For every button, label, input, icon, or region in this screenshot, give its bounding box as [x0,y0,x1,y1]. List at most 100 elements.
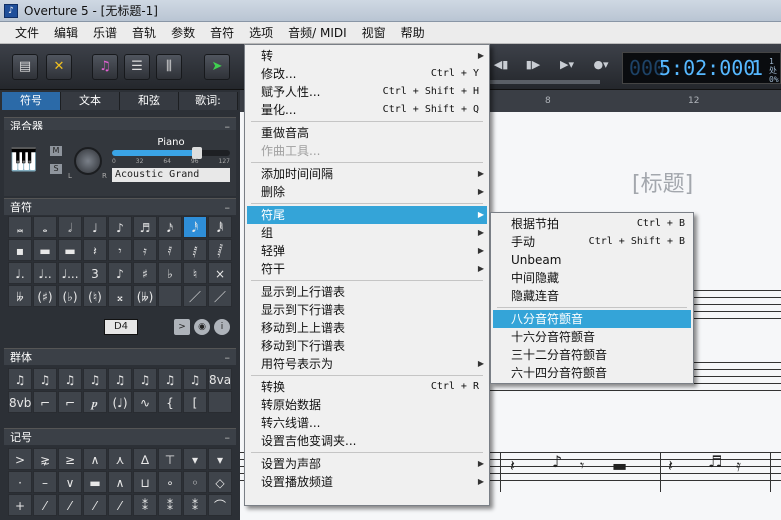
note-button-1-1[interactable]: ▬ [33,239,57,261]
note-button-3-4[interactable]: 𝄪 [108,285,132,307]
mark-button-0-4[interactable]: ⋏ [108,448,132,470]
note-button-0-7[interactable]: 𝅘𝅥𝅰 [183,216,207,238]
menu-help[interactable]: 帮助 [401,24,425,41]
group-button-0-4[interactable]: ♫ [108,368,132,390]
play-menu-icon[interactable]: ▶▾ [556,54,578,76]
info-icon[interactable]: i [214,319,230,335]
speaker-icon[interactable]: ◉ [194,319,210,335]
select-arrow-icon[interactable]: ➤ [204,54,230,80]
notes-icon[interactable]: ♫ [92,54,118,80]
menu-item-2[interactable]: 赋予人性... Ctrl + Shift + H [247,83,487,101]
notes-header[interactable]: 音符 – [4,198,236,215]
note-button-1-5[interactable]: 𝄿 [133,239,157,261]
menu-params[interactable]: 参数 [171,24,195,41]
submenu-item-3[interactable]: 中间隐藏 [493,269,691,287]
group-button-1-8[interactable] [208,391,232,413]
menu-item-1[interactable]: 修改... Ctrl + Y [247,65,487,83]
group-button-1-2[interactable]: ⌐ [58,391,82,413]
quarter-rest[interactable]: 𝄽 [510,456,515,476]
menu-item-9[interactable]: 组 ▶ [247,224,487,242]
menu-item-17[interactable]: 转换 Ctrl + R [247,378,487,396]
solo-button[interactable]: S [50,164,62,174]
group-button-1-5[interactable]: ∿ [133,391,157,413]
group-button-1-3[interactable]: 𝆏 [83,391,107,413]
note-button-3-5[interactable]: (𝄫) [133,285,157,307]
mute-button[interactable]: M [50,146,62,156]
note-button-3-2[interactable]: (♭) [58,285,82,307]
note-button-3-0[interactable]: 𝄫 [8,285,32,307]
group-button-0-5[interactable]: ♫ [133,368,157,390]
sixteenth-rest[interactable]: 𝄿 [736,456,741,476]
note-button-1-3[interactable]: 𝄽 [83,239,107,261]
pencil-tools-icon[interactable]: ✕ [46,54,72,80]
note-button-2-6[interactable]: ♭ [158,262,182,284]
submenu-item-0[interactable]: 根据节拍 Ctrl + B [493,215,691,233]
play-icon[interactable]: ▮▶ [522,54,544,76]
eighth-note[interactable]: ♪ [552,452,562,471]
marks-header[interactable]: 记号 – [4,428,236,445]
note-button-0-3[interactable]: ♩ [83,216,107,238]
step-arrow-icon[interactable]: > [174,319,190,335]
menu-audio-midi[interactable]: 音频/ MIDI [288,24,347,41]
group-button-0-3[interactable]: ♫ [83,368,107,390]
mixer-icon[interactable]: ▤ [12,54,38,80]
mark-button-2-2[interactable]: ⁄ [58,494,82,516]
mark-button-1-2[interactable]: ∨ [58,471,82,493]
pitch-display[interactable]: D4 [104,319,138,335]
record-icon[interactable]: ●▾ [590,54,612,76]
mark-button-2-1[interactable]: ⁄ [33,494,57,516]
mark-button-0-5[interactable]: ∆ [133,448,157,470]
group-button-1-6[interactable]: { [158,391,182,413]
mark-button-1-4[interactable]: ∧ [108,471,132,493]
menu-item-0[interactable]: 转 ▶ [247,47,487,65]
note-button-2-7[interactable]: ♮ [183,262,207,284]
note-button-3-7[interactable]: ／ [183,285,207,307]
faders-icon[interactable]: ⫼ [156,54,182,80]
group-button-0-7[interactable]: ♫ [183,368,207,390]
half-rest[interactable]: ▬ [612,456,627,475]
note-button-2-3[interactable]: 3 [83,262,107,284]
menu-item-11[interactable]: 符干 ▶ [247,260,487,278]
menu-item-13[interactable]: 显示到下行谱表 [247,301,487,319]
track-list-icon[interactable]: ☰ [124,54,150,80]
eighth-rest[interactable]: 𝄾 [580,456,584,476]
pan-knob[interactable] [74,147,102,175]
menu-item-20[interactable]: 设置吉他变调夹... [247,432,487,450]
note-button-2-0[interactable]: ♩. [8,262,32,284]
mark-button-1-1[interactable]: – [33,471,57,493]
mark-button-0-2[interactable]: ≥ [58,448,82,470]
sixteenth-note[interactable]: ♬ [708,452,722,471]
group-button-1-0[interactable]: 8vb [8,391,32,413]
submenu-item-1[interactable]: 手动 Ctrl + Shift + B [493,233,691,251]
note-button-1-7[interactable]: 𝅁 [183,239,207,261]
score-title-placeholder[interactable]: [标题] [632,166,693,198]
note-button-2-2[interactable]: ♩... [58,262,82,284]
mark-button-0-7[interactable]: ▾ [183,448,207,470]
position-scrollbar[interactable] [490,80,600,84]
mark-button-1-8[interactable]: ◇ [208,471,232,493]
note-button-1-8[interactable]: 𝅂 [208,239,232,261]
mark-button-1-7[interactable]: ◦ [183,471,207,493]
note-button-1-6[interactable]: 𝅀 [158,239,182,261]
note-button-3-6[interactable] [158,285,182,307]
submenu-item-7[interactable]: 三十二分音符颤音 [493,346,691,364]
menu-item-21[interactable]: 设置为声部 ▶ [247,455,487,473]
menu-item-16[interactable]: 用符号表示为 ▶ [247,355,487,373]
menu-window[interactable]: 视窗 [362,24,386,41]
menu-item-4[interactable]: 重做音高 [247,124,487,142]
mark-button-1-5[interactable]: ⊔ [133,471,157,493]
group-button-0-0[interactable]: ♫ [8,368,32,390]
menu-edit[interactable]: 编辑 [54,24,78,41]
mark-button-2-4[interactable]: ⁄ [108,494,132,516]
menu-item-6[interactable]: 添加时间间隔 ▶ [247,165,487,183]
tab-chords[interactable]: 和弦 [120,92,179,110]
mark-button-0-1[interactable]: ⋧ [33,448,57,470]
menu-options[interactable]: 选项 [249,24,273,41]
menu-item-15[interactable]: 移动到下行谱表 [247,337,487,355]
menu-item-3[interactable]: 量化... Ctrl + Shift + Q [247,101,487,119]
note-button-0-5[interactable]: ♬ [133,216,157,238]
note-button-0-0[interactable]: 𝅜 [8,216,32,238]
note-button-3-1[interactable]: (♯) [33,285,57,307]
menu-item-12[interactable]: 显示到上行谱表 [247,283,487,301]
menu-item-19[interactable]: 转六线谱... [247,414,487,432]
